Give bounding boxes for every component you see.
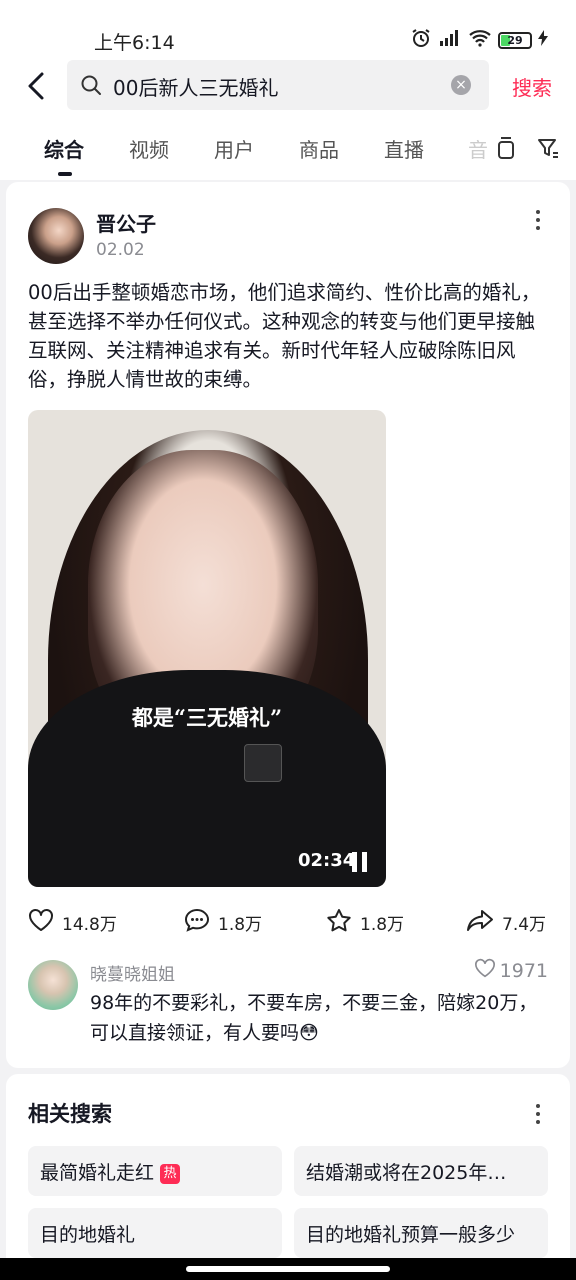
related-searches: 相关搜索 最简婚礼走红热 结婚潮或将在2025年… 目的地婚礼 目的地婚礼预算一… — [6, 1074, 570, 1280]
battery-icon: 29 — [498, 31, 532, 49]
comment-like-count: 1971 — [499, 959, 548, 982]
more-options-icon[interactable] — [536, 210, 542, 234]
related-search-item[interactable]: 结婚潮或将在2025年… — [294, 1146, 548, 1196]
charging-icon — [538, 30, 548, 50]
search-input[interactable]: 00后新人三无婚礼 × — [67, 60, 489, 110]
heart-icon — [28, 908, 54, 937]
tab-comprehensive[interactable]: 综合 — [44, 134, 84, 163]
related-search-item[interactable]: 目的地婚礼预算一般多少 — [294, 1208, 548, 1258]
filter-icon[interactable] — [536, 136, 560, 164]
commenter-name[interactable]: 晓蔓晓姐姐 — [90, 960, 175, 985]
comment-like-button[interactable]: 1971 — [474, 958, 548, 983]
tab-live[interactable]: 直播 — [384, 134, 424, 163]
more-options-icon[interactable] — [536, 1104, 542, 1128]
signal-icon — [438, 29, 462, 51]
favorite-button[interactable]: 1.8万 — [326, 908, 404, 937]
related-search-item[interactable]: 目的地婚礼 — [28, 1208, 282, 1258]
tab-bar: 综合 视频 用户 商品 直播 音 — [0, 130, 576, 176]
comment-text: 98年的不要彩礼，不要车房，不要三金，陪嫁20万，可以直接领证，有人要吗😳 — [90, 992, 538, 1044]
comment-icon — [184, 908, 210, 937]
status-bar: 上午6:14 29 — [0, 26, 576, 56]
post-actions: 14.8万 1.8万 1.8万 7.4万 — [28, 908, 548, 940]
search-icon — [79, 73, 103, 101]
tab-video[interactable]: 视频 — [129, 134, 169, 163]
related-search-item[interactable]: 最简婚礼走红热 — [28, 1146, 282, 1196]
star-icon — [326, 908, 352, 937]
video-duration: 02:34 — [298, 850, 356, 871]
like-count: 14.8万 — [62, 915, 117, 935]
alarm-icon — [410, 28, 432, 52]
tab-products[interactable]: 商品 — [299, 134, 339, 163]
author-name[interactable]: 晋公子 — [96, 208, 156, 237]
hot-badge: 热 — [160, 1164, 181, 1184]
wifi-icon — [468, 29, 492, 51]
status-time: 上午6:14 — [94, 32, 175, 54]
share-count: 7.4万 — [502, 915, 547, 935]
favorite-count: 1.8万 — [360, 915, 405, 935]
clear-icon[interactable]: × — [451, 75, 471, 95]
related-title: 相关搜索 — [28, 1102, 112, 1126]
post-date: 02.02 — [96, 240, 145, 260]
author-avatar[interactable] — [28, 208, 84, 264]
search-query-text[interactable]: 00后新人三无婚礼 — [113, 72, 278, 101]
video-post-card[interactable]: 晋公子 02.02 00后出手整顿婚恋市场，他们追求简约、性价比高的婚礼，甚至选… — [6, 182, 570, 1068]
comment-button[interactable]: 1.8万 — [184, 908, 262, 937]
commenter-avatar[interactable] — [28, 960, 78, 1010]
active-tab-indicator — [58, 172, 72, 176]
back-arrow-icon[interactable] — [22, 68, 52, 104]
post-caption[interactable]: 00后出手整顿婚恋市场，他们追求简约、性价比高的婚礼，甚至选择不举办任何仪式。这… — [28, 278, 548, 394]
search-bar: 00后新人三无婚礼 × 搜索 — [0, 60, 576, 112]
video-player[interactable]: 都是“三无婚礼” 02:34 — [28, 410, 386, 887]
tab-users[interactable]: 用户 — [214, 134, 254, 163]
pause-icon[interactable] — [352, 852, 368, 872]
top-comment[interactable]: 晓蔓晓姐姐 1971 98年的不要彩礼，不要车房，不要三金，陪嫁20万，可以直接… — [28, 958, 548, 1050]
search-button[interactable]: 搜索 — [512, 72, 552, 101]
like-button[interactable]: 14.8万 — [28, 908, 117, 937]
share-icon — [466, 908, 494, 937]
share-button[interactable]: 7.4万 — [466, 908, 546, 937]
header: 上午6:14 29 00后新人三无婚礼 × 搜索 综合 视频 用户 商品 直播 … — [0, 0, 576, 180]
home-indicator — [0, 1258, 576, 1280]
tab-list-icon[interactable] — [496, 136, 516, 164]
tab-music[interactable]: 音 — [468, 134, 488, 163]
microphone-icon — [244, 744, 282, 782]
comment-count: 1.8万 — [218, 915, 263, 935]
heart-outline-icon — [474, 958, 496, 983]
video-subtitle: 都是“三无婚礼” — [131, 705, 283, 730]
